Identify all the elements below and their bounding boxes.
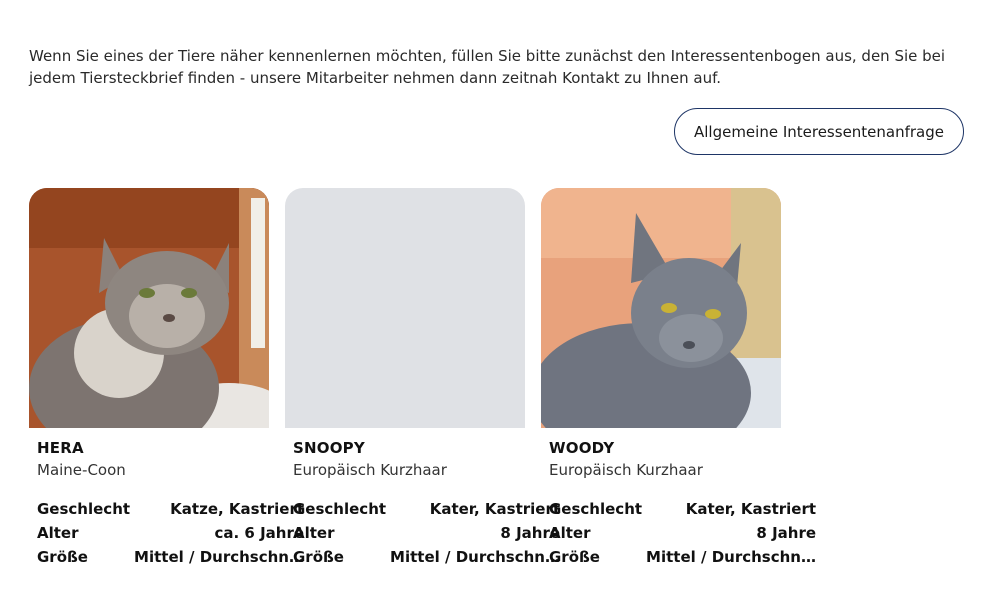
age-label: Alter xyxy=(37,524,79,542)
cat-photo-woody xyxy=(541,188,781,428)
animal-breed: Maine-Coon xyxy=(37,461,126,479)
intro-text: Wenn Sie eines der Tiere näher kennenler… xyxy=(29,47,946,87)
animal-card-woody[interactable]: WOODY Europäisch Kurzhaar Geschlecht Kate… xyxy=(541,188,818,569)
animal-breed: Europäisch Kurzhaar xyxy=(549,461,703,479)
cat-photo-hera xyxy=(29,188,269,428)
gender-value: Katze, Kastriert xyxy=(170,500,305,518)
animal-card-hera[interactable]: HERA Maine-Coon Geschlecht Katze, Kastrie… xyxy=(29,188,306,569)
gender-label: Geschlecht xyxy=(549,500,643,518)
gender-label: Geschlecht xyxy=(293,500,387,518)
animal-facts: Geschlecht Kater, Kastriert Alter 8 Jahre … xyxy=(547,497,818,569)
animal-photo[interactable] xyxy=(29,188,269,428)
size-value: Mittel / Durchschnitt xyxy=(390,548,563,566)
animal-facts: Geschlecht Kater, Kastriert Alter 8 Jahre … xyxy=(291,497,562,569)
animal-name[interactable]: HERA xyxy=(37,439,269,457)
animal-photo-placeholder[interactable] xyxy=(285,188,525,428)
animal-breed: Europäisch Kurzhaar xyxy=(293,461,447,479)
animal-name[interactable]: SNOOPY xyxy=(293,439,525,457)
size-label: Größe xyxy=(549,548,600,566)
age-value: ca. 6 Jahre xyxy=(214,524,305,542)
size-value: Mittel / Durchschnitt xyxy=(646,548,819,566)
animal-facts: Geschlecht Katze, Kastriert Alter ca. 6 Ja… xyxy=(35,497,306,569)
gender-value: Kater, Kastriert xyxy=(429,500,561,518)
animal-card-snoopy[interactable]: SNOOPY Europäisch Kurzhaar Geschlecht Kat… xyxy=(285,188,562,569)
size-label: Größe xyxy=(37,548,88,566)
gender-label: Geschlecht xyxy=(37,500,131,518)
size-value: Mittel / Durchschnitt xyxy=(134,548,307,566)
size-label: Größe xyxy=(293,548,344,566)
age-value: 8 Jahre xyxy=(756,524,817,542)
gender-value: Kater, Kastriert xyxy=(685,500,817,518)
animal-photo[interactable] xyxy=(541,188,781,428)
animal-name[interactable]: WOODY xyxy=(549,439,781,457)
age-value: 8 Jahre xyxy=(500,524,561,542)
age-label: Alter xyxy=(549,524,591,542)
age-label: Alter xyxy=(293,524,335,542)
general-inquiry-button[interactable]: Allgemeine Interessentenanfrage xyxy=(674,108,964,155)
